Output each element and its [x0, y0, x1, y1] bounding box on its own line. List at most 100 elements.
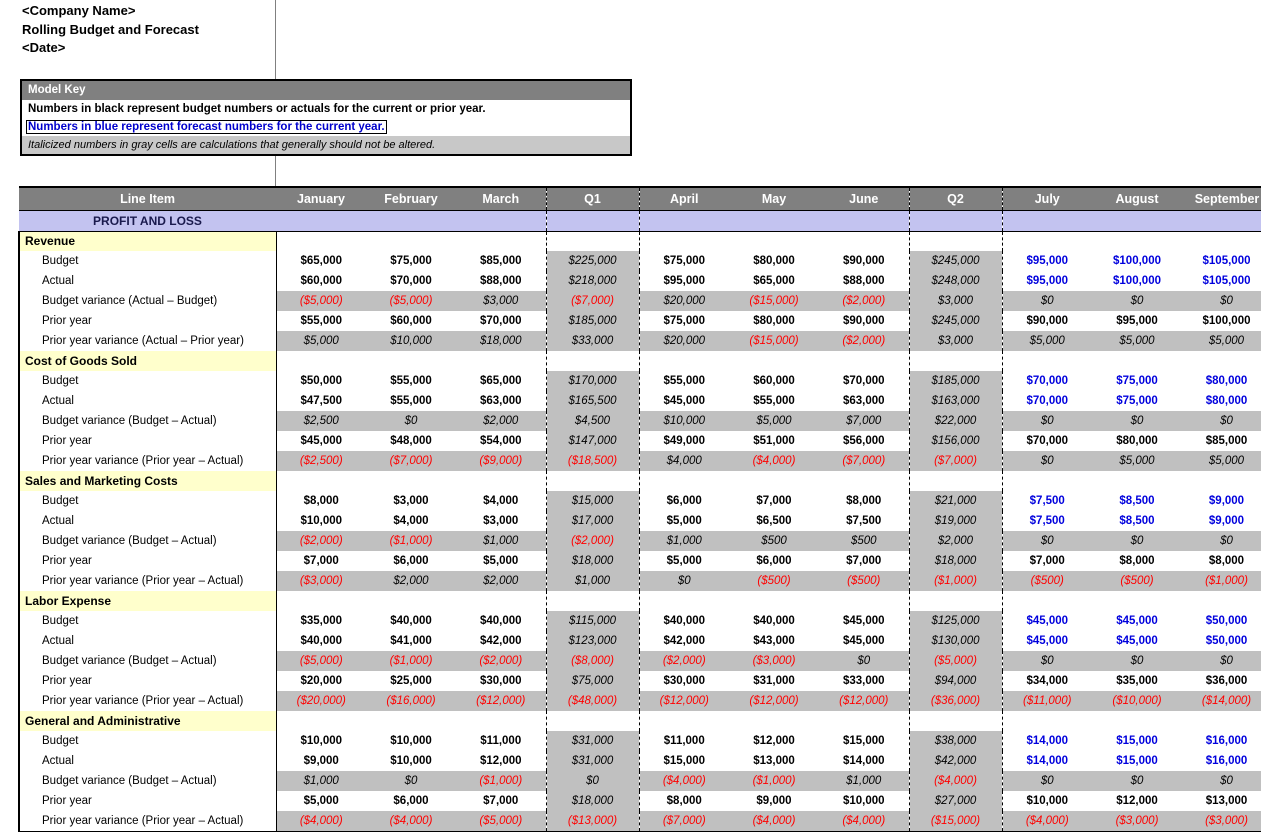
data-cell[interactable]: $70,000	[1002, 391, 1092, 411]
data-cell[interactable]: $5,000	[456, 551, 546, 571]
data-cell[interactable]: ($2,000)	[546, 531, 639, 551]
data-cell[interactable]: $94,000	[909, 671, 1002, 691]
data-cell[interactable]: $2,000	[909, 531, 1002, 551]
data-cell[interactable]: $8,000	[1092, 551, 1182, 571]
data-cell[interactable]: $45,000	[1092, 611, 1182, 631]
data-cell[interactable]: $5,000	[276, 331, 366, 351]
data-cell[interactable]: ($4,000)	[909, 771, 1002, 791]
data-cell[interactable]: ($4,000)	[366, 811, 456, 831]
data-cell[interactable]: $0	[1092, 291, 1182, 311]
data-cell[interactable]: $50,000	[276, 371, 366, 391]
data-cell[interactable]: ($2,000)	[819, 331, 909, 351]
data-cell[interactable]: $90,000	[819, 311, 909, 331]
data-cell[interactable]: $95,000	[639, 271, 729, 291]
data-cell[interactable]: $95,000	[1002, 251, 1092, 271]
data-cell[interactable]: $55,000	[366, 391, 456, 411]
data-cell[interactable]: $2,000	[456, 411, 546, 431]
data-cell[interactable]: $0	[1002, 291, 1092, 311]
data-cell[interactable]: $115,000	[546, 611, 639, 631]
data-cell[interactable]: $0	[639, 571, 729, 591]
data-cell[interactable]: $42,000	[456, 631, 546, 651]
data-cell[interactable]: ($18,500)	[546, 451, 639, 471]
data-cell[interactable]: $6,500	[729, 511, 819, 531]
data-cell[interactable]: $5,000	[1092, 331, 1182, 351]
data-cell[interactable]: ($12,000)	[729, 691, 819, 711]
data-cell[interactable]: $10,000	[1002, 791, 1092, 811]
data-cell[interactable]: $31,000	[729, 671, 819, 691]
data-cell[interactable]: ($16,000)	[366, 691, 456, 711]
data-cell[interactable]: $6,000	[366, 551, 456, 571]
data-cell[interactable]: $8,500	[1092, 511, 1182, 531]
data-cell[interactable]: ($4,000)	[276, 811, 366, 831]
data-cell[interactable]: $100,000	[1092, 251, 1182, 271]
data-cell[interactable]: $5,000	[1182, 331, 1261, 351]
data-cell[interactable]: $0	[1182, 411, 1261, 431]
data-cell[interactable]: $3,000	[456, 291, 546, 311]
data-cell[interactable]: ($3,000)	[729, 651, 819, 671]
data-cell[interactable]: $9,000	[1182, 491, 1261, 511]
data-cell[interactable]: $60,000	[366, 311, 456, 331]
data-cell[interactable]: ($3,000)	[1092, 811, 1182, 831]
data-cell[interactable]: $31,000	[546, 731, 639, 751]
data-cell[interactable]: ($4,000)	[729, 451, 819, 471]
data-cell[interactable]: $80,000	[1182, 391, 1261, 411]
data-cell[interactable]: $0	[1002, 451, 1092, 471]
column-header-q1[interactable]: Q1	[546, 187, 639, 210]
data-cell[interactable]: $500	[729, 531, 819, 551]
data-cell[interactable]: ($5,000)	[276, 291, 366, 311]
data-cell[interactable]: $60,000	[276, 271, 366, 291]
data-cell[interactable]: $0	[1092, 411, 1182, 431]
data-cell[interactable]: $65,000	[456, 371, 546, 391]
data-cell[interactable]: $36,000	[1182, 671, 1261, 691]
data-cell[interactable]: $1,000	[456, 531, 546, 551]
data-cell[interactable]: ($5,000)	[276, 651, 366, 671]
data-cell[interactable]: $43,000	[729, 631, 819, 651]
data-cell[interactable]: $5,000	[276, 791, 366, 811]
data-cell[interactable]: $20,000	[276, 671, 366, 691]
data-cell[interactable]: $3,000	[909, 331, 1002, 351]
column-header-september[interactable]: September	[1182, 187, 1261, 210]
data-cell[interactable]: ($12,000)	[456, 691, 546, 711]
data-cell[interactable]: $55,000	[366, 371, 456, 391]
data-cell[interactable]: $30,000	[456, 671, 546, 691]
data-cell[interactable]: $60,000	[729, 371, 819, 391]
data-cell[interactable]: $4,000	[639, 451, 729, 471]
data-cell[interactable]: $42,000	[639, 631, 729, 651]
data-cell[interactable]: $19,000	[909, 511, 1002, 531]
column-header-january[interactable]: January	[276, 187, 366, 210]
data-cell[interactable]: $9,000	[276, 751, 366, 771]
data-cell[interactable]: $6,000	[366, 791, 456, 811]
data-cell[interactable]: ($13,000)	[546, 811, 639, 831]
data-cell[interactable]: $88,000	[819, 271, 909, 291]
data-cell[interactable]: $56,000	[819, 431, 909, 451]
data-cell[interactable]: $130,000	[909, 631, 1002, 651]
data-cell[interactable]: $0	[1182, 531, 1261, 551]
data-cell[interactable]: $75,000	[366, 251, 456, 271]
data-cell[interactable]: ($8,000)	[546, 651, 639, 671]
data-cell[interactable]: $34,000	[1002, 671, 1092, 691]
data-cell[interactable]: $7,000	[276, 551, 366, 571]
data-cell[interactable]: $0	[546, 771, 639, 791]
data-cell[interactable]: ($5,000)	[909, 651, 1002, 671]
data-cell[interactable]: $45,000	[639, 391, 729, 411]
data-cell[interactable]: $3,000	[456, 511, 546, 531]
data-cell[interactable]: $9,000	[1182, 511, 1261, 531]
data-cell[interactable]: $20,000	[639, 331, 729, 351]
data-cell[interactable]: ($500)	[819, 571, 909, 591]
data-cell[interactable]: ($3,000)	[276, 571, 366, 591]
data-cell[interactable]: $0	[1002, 771, 1092, 791]
column-header-april[interactable]: April	[639, 187, 729, 210]
data-cell[interactable]: $105,000	[1182, 251, 1261, 271]
data-cell[interactable]: $7,000	[819, 551, 909, 571]
data-cell[interactable]: $7,000	[819, 411, 909, 431]
data-cell[interactable]: $31,000	[546, 751, 639, 771]
data-cell[interactable]: $3,000	[909, 291, 1002, 311]
data-cell[interactable]: $0	[1002, 531, 1092, 551]
data-cell[interactable]: $12,000	[456, 751, 546, 771]
data-cell[interactable]: $100,000	[1092, 271, 1182, 291]
data-cell[interactable]: $12,000	[1092, 791, 1182, 811]
data-cell[interactable]: $63,000	[456, 391, 546, 411]
column-header-august[interactable]: August	[1092, 187, 1182, 210]
column-header-may[interactable]: May	[729, 187, 819, 210]
data-cell[interactable]: $35,000	[276, 611, 366, 631]
